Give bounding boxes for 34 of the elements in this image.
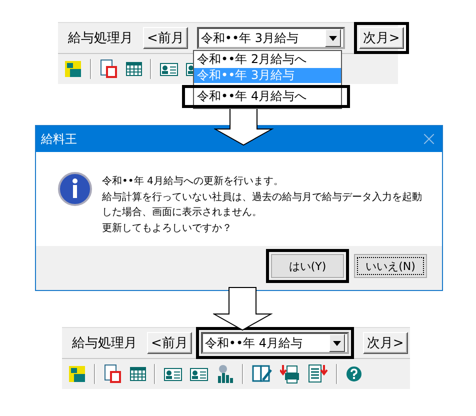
info-icon — [58, 172, 92, 206]
previous-month-button[interactable]: <前月 — [147, 332, 192, 354]
dropdown-arrow-icon[interactable] — [328, 36, 337, 40]
dropdown-item[interactable]: 令和••年 2月給与へ — [194, 52, 341, 67]
person-card-icon[interactable] — [160, 61, 178, 77]
dialog-title: 給料王 — [41, 130, 77, 148]
list-icon[interactable] — [308, 364, 328, 384]
previous-month-button[interactable]: <前月 — [143, 27, 188, 49]
message-line: した場合、画面に表示されません。 — [102, 206, 263, 220]
next-month-button[interactable]: 次月> — [358, 27, 404, 49]
calendar-icon[interactable] — [126, 62, 142, 76]
calendar-icon[interactable] — [130, 367, 146, 381]
message-line: 更新してもよろしいですか？ — [102, 222, 233, 236]
person-card-icon[interactable] — [164, 366, 182, 382]
dropdown-item[interactable]: 令和••年 4月給与へ — [194, 89, 341, 104]
field-label: 給与処理月 — [68, 30, 133, 47]
person-chart-icon[interactable] — [216, 364, 234, 384]
ledger-icon[interactable] — [64, 60, 82, 78]
next-month-button[interactable]: 次月> — [362, 332, 408, 354]
book-pen-icon[interactable] — [252, 365, 272, 383]
dialog-button[interactable]: いいえ(N) — [354, 254, 427, 278]
dropdown-arrow-icon[interactable] — [332, 340, 341, 346]
month-dropdown[interactable]: 令和••年 3月給与 — [196, 27, 345, 49]
field-label: 給与処理月 — [72, 335, 137, 352]
ledger-icon[interactable] — [68, 365, 86, 383]
help-icon[interactable] — [346, 366, 362, 382]
month-dropdown[interactable]: 令和••年 4月給与 — [200, 332, 349, 354]
dialog-button[interactable]: はい(Y) — [271, 254, 344, 278]
document-icon[interactable] — [104, 364, 122, 384]
message-line: 給与計算を行っていない社員は、過去の給与月で給与データ入力を起動 — [102, 190, 422, 205]
person-card-icon[interactable] — [190, 366, 208, 382]
printer-icon[interactable] — [280, 364, 300, 384]
document-icon[interactable] — [100, 59, 118, 79]
message-line: 令和••年 4月給与への更新を行います。 — [102, 174, 284, 189]
